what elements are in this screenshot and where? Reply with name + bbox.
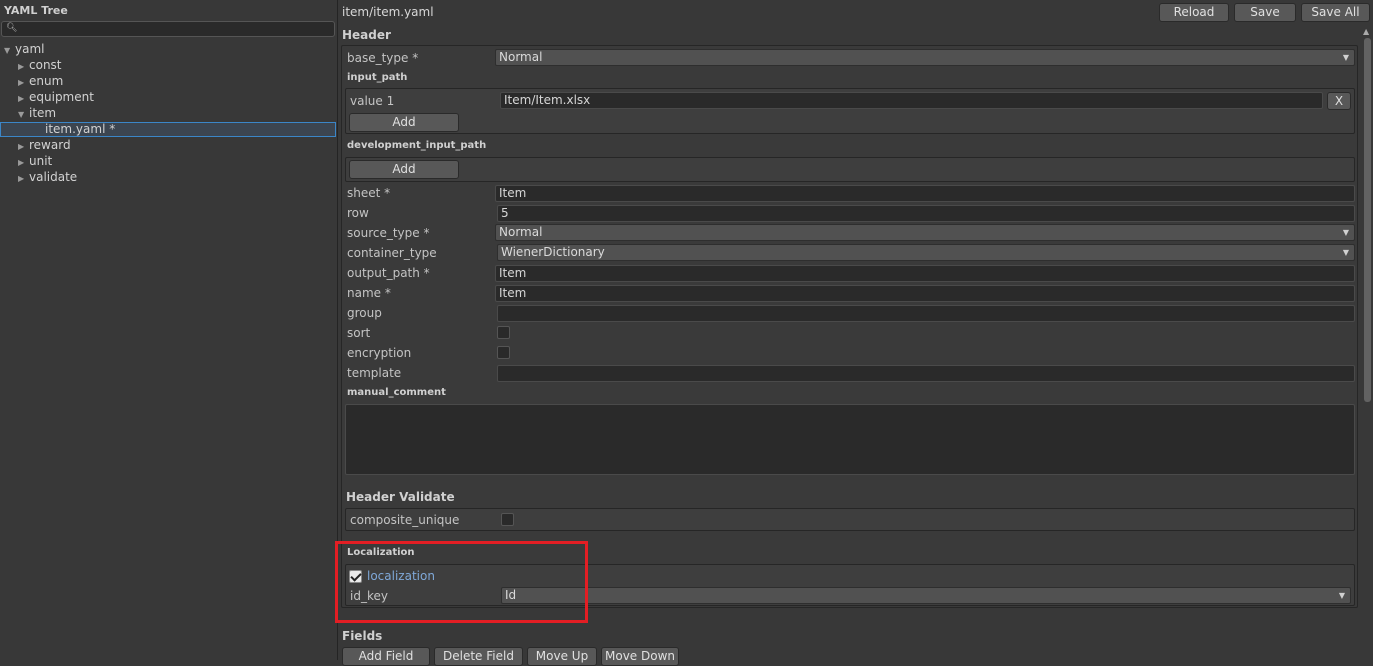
id-key-dropdown[interactable]: Id ▼ — [501, 587, 1351, 604]
expand-arrow-icon[interactable]: ▼ — [4, 43, 15, 58]
add-field-button[interactable]: Add Field — [342, 647, 430, 666]
file-title: item/item.yaml — [342, 5, 434, 19]
tree-node-label: reward — [29, 138, 71, 152]
expand-arrow-icon[interactable]: ▶ — [18, 75, 29, 90]
tree-node-label: const — [29, 58, 62, 72]
header-validate-title: Header Validate — [346, 490, 455, 504]
expand-arrow-icon[interactable]: ▶ — [18, 171, 29, 186]
chevron-down-icon: ▼ — [1338, 591, 1345, 600]
manual-comment-title: manual_comment — [347, 387, 446, 398]
source-type-label: source_type * — [347, 226, 430, 240]
chevron-down-icon: ▼ — [1342, 53, 1349, 62]
source-type-value: Normal — [499, 225, 543, 239]
input-path-item-label: value 1 — [350, 94, 395, 108]
tree-node-label: item — [29, 106, 57, 120]
tree-node-label: unit — [29, 154, 53, 168]
base-type-label: base_type * — [347, 51, 419, 65]
name-label: name * — [347, 286, 391, 300]
expand-arrow-icon[interactable]: ▶ — [18, 59, 29, 74]
tree-node-label: validate — [29, 170, 78, 184]
source-type-dropdown[interactable]: Normal ▼ — [495, 224, 1355, 241]
encryption-checkbox[interactable] — [497, 346, 510, 359]
row-label: row — [347, 206, 369, 220]
move-up-button[interactable]: Move Up — [527, 647, 597, 666]
development-input-path-box — [345, 157, 1355, 182]
development-input-path-title: development_input_path — [347, 140, 487, 151]
move-down-button[interactable]: Move Down — [601, 647, 679, 666]
yaml-tree-panel: YAML Tree 🔍︎ ▼ yaml ▶ const ▶ enum ▶ equipme… — [0, 0, 338, 660]
save-button[interactable]: Save — [1234, 3, 1296, 22]
chevron-down-icon: ▼ — [1342, 248, 1349, 257]
tree-node-label: item.yaml * — [45, 122, 116, 136]
composite-unique-checkbox[interactable] — [501, 513, 514, 526]
scrollbar-thumb[interactable] — [1364, 38, 1371, 402]
sort-label: sort — [347, 326, 371, 340]
tree-node-const[interactable]: ▶ const — [0, 58, 336, 73]
output-path-label: output_path * — [347, 266, 430, 280]
sort-checkbox[interactable] — [497, 326, 510, 339]
tree-node-item-yaml[interactable]: item.yaml * — [0, 122, 336, 137]
expand-arrow-icon[interactable]: ▶ — [18, 139, 29, 154]
sheet-field[interactable]: Item — [495, 185, 1355, 202]
remove-input-path-button[interactable]: X — [1327, 92, 1351, 110]
header-validate-box — [345, 508, 1355, 531]
tree-node-validate[interactable]: ▶ validate — [0, 170, 336, 185]
tree-search-input[interactable] — [16, 22, 332, 36]
container-type-dropdown[interactable]: WienerDictionary ▼ — [497, 244, 1355, 261]
tree-node-item[interactable]: ▼ item — [0, 106, 336, 121]
tree-title: YAML Tree — [4, 4, 68, 17]
chevron-down-icon: ▼ — [1342, 228, 1349, 237]
group-field[interactable] — [497, 305, 1355, 322]
scroll-up-arrow-icon[interactable]: ▲ — [1363, 27, 1369, 36]
tree-node-reward[interactable]: ▶ reward — [0, 138, 336, 153]
name-field[interactable]: Item — [495, 285, 1355, 302]
expand-arrow-icon[interactable]: ▶ — [18, 91, 29, 106]
tree-node-label: yaml — [15, 42, 45, 56]
fields-section-title: Fields — [342, 629, 383, 643]
tree-node-unit[interactable]: ▶ unit — [0, 154, 336, 169]
sheet-label: sheet * — [347, 186, 391, 200]
tree-node-yaml[interactable]: ▼ yaml — [0, 42, 336, 57]
tree-node-label: equipment — [29, 90, 94, 104]
base-type-dropdown[interactable]: Normal ▼ — [495, 49, 1355, 66]
save-all-button[interactable]: Save All — [1301, 3, 1370, 22]
row-field[interactable]: 5 — [497, 205, 1355, 222]
delete-field-button[interactable]: Delete Field — [434, 647, 523, 666]
tree-node-label: enum — [29, 74, 64, 88]
container-type-label: container_type — [347, 246, 437, 260]
container-type-value: WienerDictionary — [501, 245, 605, 259]
localization-highlight-box — [335, 541, 588, 623]
encryption-label: encryption — [347, 346, 412, 360]
add-input-path-button[interactable]: Add — [349, 113, 459, 132]
tree-node-equipment[interactable]: ▶ equipment — [0, 90, 336, 105]
output-path-field[interactable]: Item — [495, 265, 1355, 282]
collapse-arrow-icon[interactable]: ▼ — [18, 107, 29, 122]
reload-button[interactable]: Reload — [1159, 3, 1229, 22]
input-path-title: input_path — [347, 72, 408, 83]
group-label: group — [347, 306, 382, 320]
add-development-input-path-button[interactable]: Add — [349, 160, 459, 179]
composite-unique-label: composite_unique — [350, 513, 460, 527]
expand-arrow-icon[interactable]: ▶ — [18, 155, 29, 170]
template-field[interactable] — [497, 365, 1355, 382]
header-section-title: Header — [342, 28, 391, 42]
input-path-value-field[interactable]: Item/Item.xlsx — [500, 92, 1323, 109]
template-label: template — [347, 366, 402, 380]
tree-search-box[interactable]: 🔍︎ — [1, 21, 335, 37]
tree-node-enum[interactable]: ▶ enum — [0, 74, 336, 89]
manual-comment-textarea[interactable] — [345, 404, 1355, 475]
base-type-value: Normal — [499, 50, 543, 64]
